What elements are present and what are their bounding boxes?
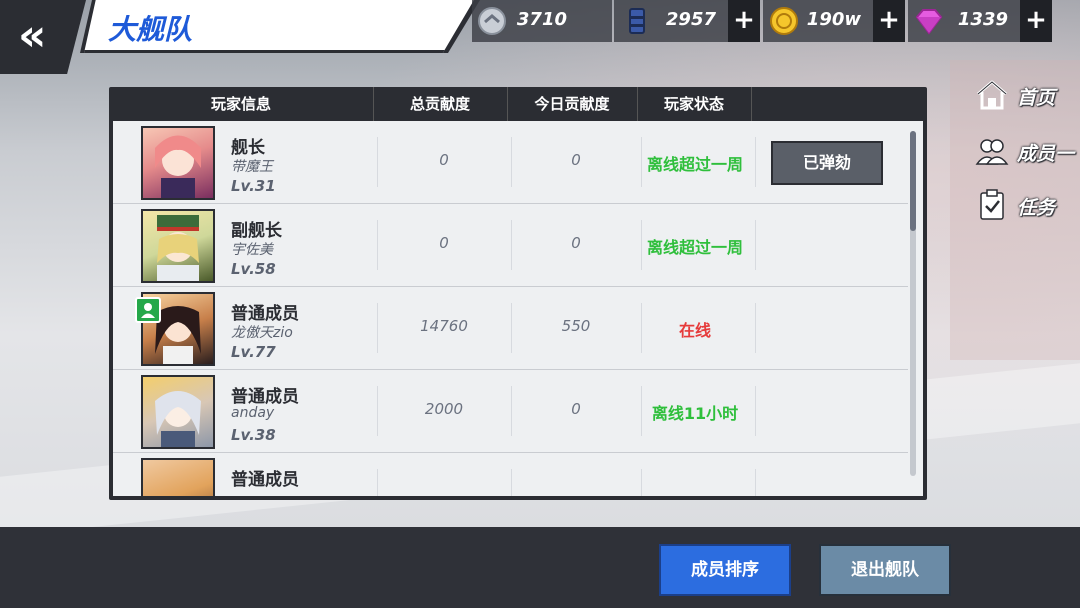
currency-oil: 2957 +: [614, 0, 760, 42]
member-name: 龙傲天zio: [231, 325, 293, 341]
member-level: Lv.38: [231, 426, 276, 444]
member-name: anday: [231, 405, 275, 421]
nav-home-label: 首页: [1017, 87, 1056, 109]
member-list[interactable]: 舰长 带魔王 Lv.31 0 0 离线超过一周 已弹劾 副舰长 宇佐美 Lv.5…: [113, 121, 923, 496]
scrollbar-thumb[interactable]: [910, 131, 916, 231]
today-contribution: 550: [561, 317, 591, 335]
impeach-button[interactable]: 已弹劾: [771, 141, 883, 185]
avatar: [141, 375, 215, 449]
sort-members-button[interactable]: 成员排序: [659, 544, 791, 596]
avatar: [141, 126, 215, 200]
member-rank: 普通成员: [231, 387, 299, 407]
member-status: 离线11小时: [651, 404, 739, 423]
member-row[interactable]: 副舰长 宇佐美 Lv.58 0 0 离线超过一周: [113, 204, 908, 287]
total-contribution: 2000: [424, 400, 464, 418]
member-name: 带魔王: [231, 159, 273, 175]
gem-value: 1339: [957, 9, 1008, 30]
clipboard-check-icon: [980, 189, 1004, 220]
total-contribution: 0: [439, 234, 449, 252]
member-rank: 普通成员: [231, 470, 299, 490]
oil-value: 2957: [665, 9, 716, 30]
member-row[interactable]: 舰长 带魔王 Lv.31 0 0 离线超过一周 已弹劾: [113, 121, 908, 204]
column-divider: [511, 469, 512, 496]
member-status: 离线超过一周: [646, 238, 743, 257]
gold-value: 190w: [806, 9, 861, 30]
member-level: Lv.58: [231, 260, 276, 278]
member-rank: 舰长: [231, 138, 265, 158]
page-title: 大舰队: [108, 13, 193, 46]
today-contribution: 0: [571, 151, 581, 169]
column-divider: [377, 469, 378, 496]
currency-gold: 190w +: [763, 0, 905, 42]
total-contribution: 0: [439, 151, 449, 169]
currency-gem: 1339 +: [908, 0, 1052, 42]
member-status: 在线: [678, 321, 711, 340]
exit-fleet-button[interactable]: 退出舰队: [819, 544, 951, 596]
member-status: 离线超过一周: [646, 155, 743, 174]
column-divider: [755, 220, 756, 270]
member-row[interactable]: 普通成员: [113, 453, 908, 496]
today-contribution: 0: [571, 400, 581, 418]
member-rank: 普通成员: [231, 304, 299, 324]
avatar: [141, 458, 215, 496]
home-icon: [977, 80, 1007, 110]
nav-members-label: 成员一: [1017, 143, 1075, 165]
avatar: [141, 209, 215, 283]
member-rank: 副舰长: [231, 221, 282, 241]
member-level: Lv.77: [231, 343, 276, 361]
column-divider: [641, 469, 642, 496]
column-divider: [755, 303, 756, 353]
online-indicator-icon: [135, 297, 161, 323]
header-today-contribution: 今日贡献度: [507, 87, 638, 121]
currency-silver: 3710: [472, 0, 612, 42]
column-divider: [755, 137, 756, 187]
member-name: 宇佐美: [231, 242, 273, 258]
background-tree: [950, 60, 1080, 360]
member-row[interactable]: 普通成员 龙傲天zio Lv.77 14760 550 在线: [113, 287, 908, 370]
nav-tasks-label: 任务: [1017, 197, 1056, 219]
column-divider: [755, 469, 756, 496]
column-divider: [755, 386, 756, 436]
member-panel: 玩家信息 总贡献度 今日贡献度 玩家状态 舰长 带魔王 Lv.31 0 0 离线…: [109, 87, 927, 500]
add-gem-button[interactable]: +: [1020, 0, 1052, 42]
add-oil-button[interactable]: +: [728, 0, 760, 42]
members-icon: [975, 139, 1009, 165]
header-player-info: 玩家信息: [109, 87, 374, 121]
silver-value: 3710: [516, 9, 567, 30]
today-contribution: 0: [571, 234, 581, 252]
member-row[interactable]: 普通成员 anday Lv.38 2000 0 离线11小时: [113, 370, 908, 453]
member-level: Lv.31: [231, 177, 276, 195]
header-player-status: 玩家状态: [637, 87, 752, 121]
add-gold-button[interactable]: +: [873, 0, 905, 42]
double-chevron-left-icon: «: [18, 10, 47, 61]
header-total-contribution: 总贡献度: [373, 87, 508, 121]
total-contribution: 14760: [420, 317, 468, 335]
